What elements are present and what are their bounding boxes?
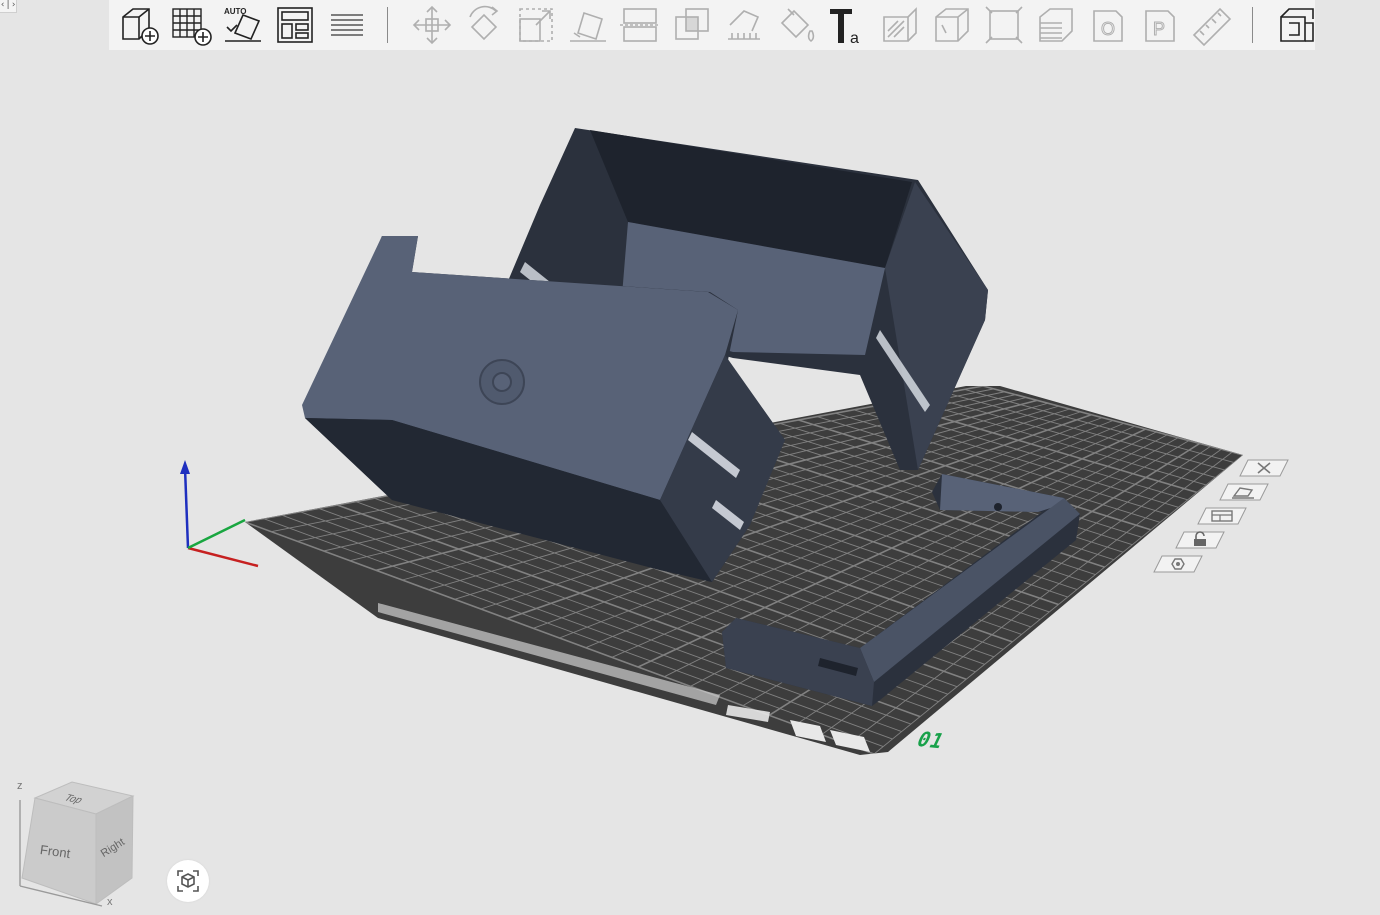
view-reset-cube-icon (177, 870, 199, 892)
cube-plus-icon (122, 8, 159, 45)
reset-view-button[interactable] (167, 860, 209, 902)
object-list-button[interactable]: O (1082, 0, 1134, 50)
p-letter-icon: P (1145, 10, 1175, 42)
toolbar-separator (387, 7, 388, 43)
boolean-icon (675, 8, 709, 40)
text-button[interactable]: a (822, 0, 874, 50)
seam-icon (883, 7, 917, 42)
plate-settings-button[interactable]: P (1134, 0, 1186, 50)
paint-bucket-icon (780, 8, 815, 42)
layers-stack-icon (331, 14, 363, 36)
seam-paint-button[interactable] (874, 0, 926, 50)
svg-text:a: a (850, 30, 859, 47)
view-cube[interactable]: Top Front Right z x (10, 778, 140, 910)
support-paint-button[interactable] (718, 0, 770, 50)
rotate-button[interactable] (458, 0, 510, 50)
ruler-icon (1192, 7, 1232, 47)
o-letter-icon: O (1093, 10, 1123, 42)
move-button[interactable] (406, 0, 458, 50)
orient-icon (1219, 483, 1269, 501)
ruler-button[interactable] (1186, 0, 1238, 50)
object-list-label: O (1101, 19, 1115, 39)
plate-settings-button[interactable] (1152, 552, 1204, 576)
y-axis (187, 518, 246, 550)
color-paint-button[interactable] (770, 0, 822, 50)
toolbar-separator (1252, 7, 1253, 43)
rotate-icon (469, 5, 499, 41)
cut-button[interactable] (614, 0, 666, 50)
sidebar-toggle-handle[interactable]: ‹|› (0, 0, 17, 13)
3d-viewport[interactable] (0, 50, 1380, 915)
view-cube-z-label: z (17, 780, 23, 792)
settings-icon (1153, 555, 1203, 573)
text-icon: a (830, 9, 859, 47)
layer-height-icon (1039, 8, 1073, 42)
move-arrows-icon (412, 5, 452, 45)
gear-emboss-center (492, 372, 512, 392)
hollow-cube-icon (935, 8, 969, 42)
measure-frame-icon (985, 6, 1023, 44)
measure-button[interactable] (978, 0, 1030, 50)
lock-plate-button[interactable] (1174, 528, 1226, 552)
assembly-view-button[interactable] (1271, 0, 1323, 50)
arrange-layout-icon (277, 7, 313, 43)
orient-plate-button[interactable] (1218, 480, 1270, 504)
scale-button[interactable] (510, 0, 562, 50)
main-toolbar: AUTO a O P (109, 0, 1315, 50)
auto-orient-icon: AUTO (224, 7, 261, 42)
assembly-icon (1280, 8, 1314, 42)
close-icon (1239, 459, 1289, 477)
arrange-button[interactable] (269, 0, 321, 50)
scale-icon (519, 8, 553, 42)
split-layers-button[interactable] (321, 0, 373, 50)
plate-settings-label: P (1153, 19, 1165, 39)
boolean-button[interactable] (666, 0, 718, 50)
variable-layer-button[interactable] (1030, 0, 1082, 50)
arrange-plate-icon (1197, 507, 1247, 525)
cut-plane-icon (620, 8, 660, 42)
lay-on-face-icon (570, 11, 606, 42)
lock-icon (1175, 531, 1225, 549)
z-axis-arrow (180, 460, 190, 474)
fuzzy-skin-button[interactable] (926, 0, 978, 50)
grid-plus-icon (172, 8, 212, 46)
add-object-button[interactable] (113, 0, 165, 50)
view-cube-x-label: x (107, 896, 113, 908)
add-plate-button[interactable] (165, 0, 217, 50)
axis-gizmo (180, 460, 259, 568)
arrange-plate-button[interactable] (1196, 504, 1248, 528)
lay-on-face-button[interactable] (562, 0, 614, 50)
support-paint-icon (728, 10, 760, 40)
bracket-hole (994, 503, 1002, 511)
auto-orient-button[interactable]: AUTO (217, 0, 269, 50)
z-axis (183, 467, 190, 549)
delete-plate-button[interactable] (1238, 456, 1290, 480)
x-axis (187, 546, 259, 568)
